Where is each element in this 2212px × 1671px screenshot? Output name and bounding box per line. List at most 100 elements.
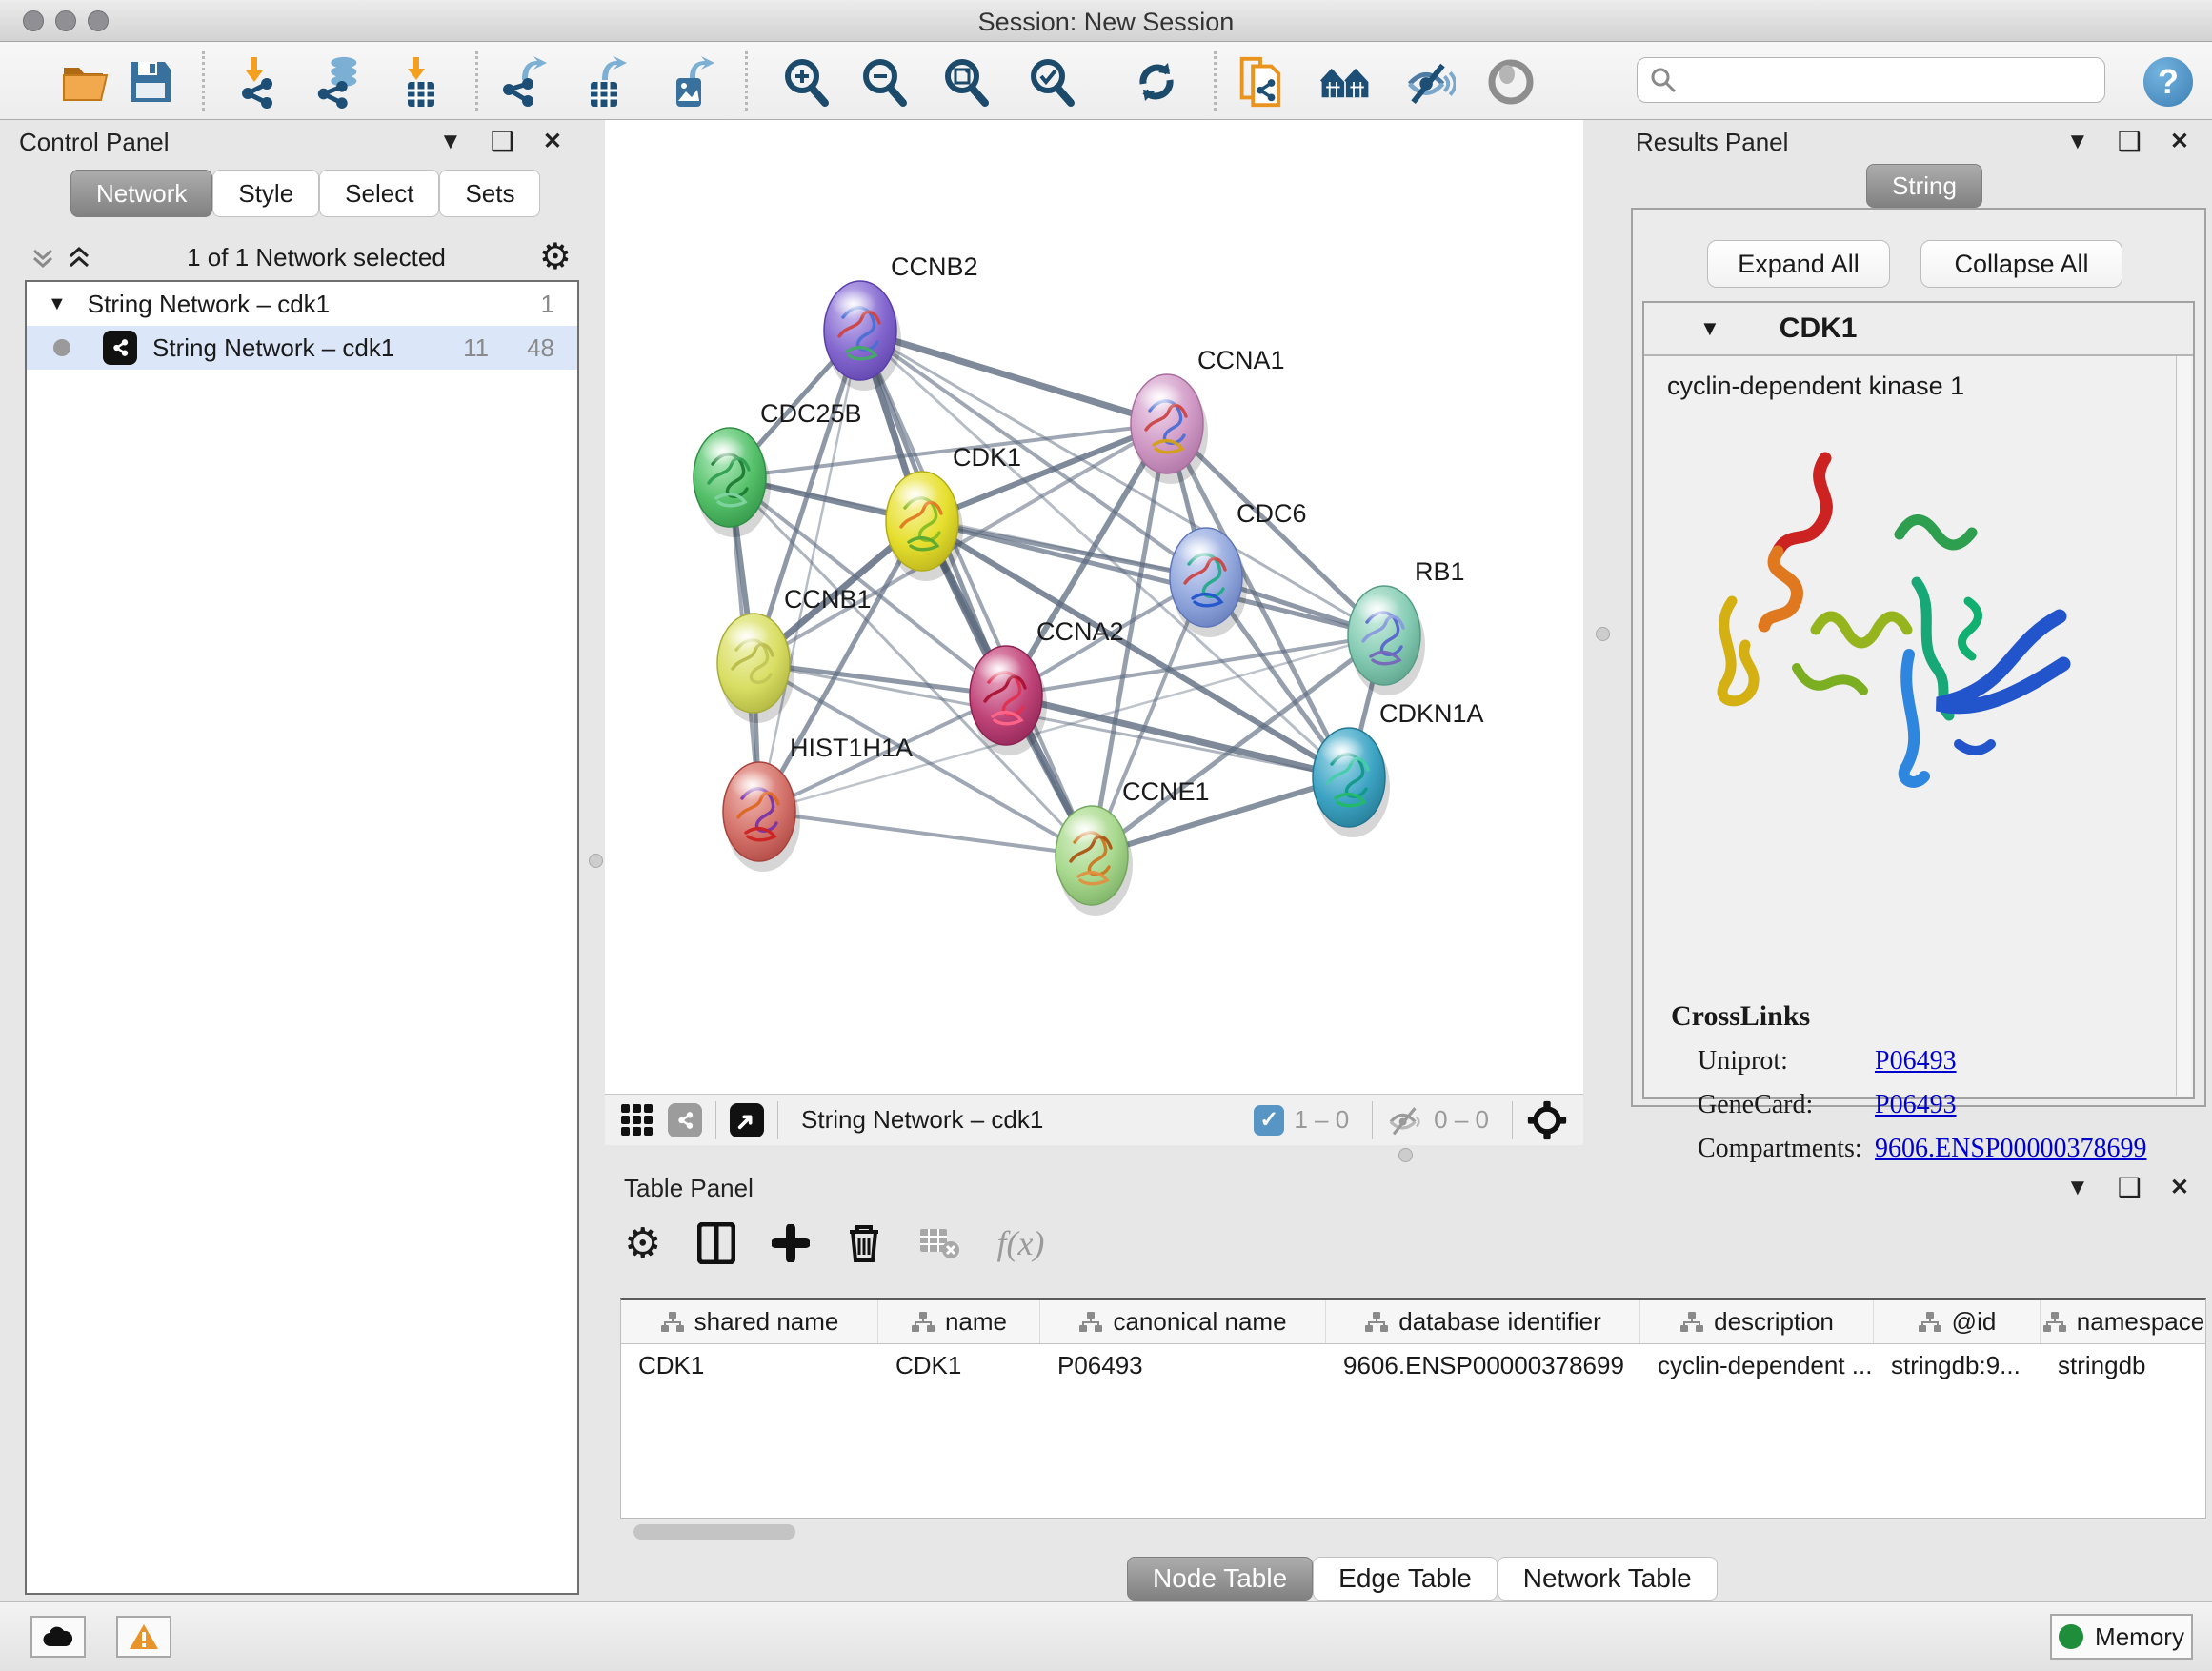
refresh-icon[interactable] — [1130, 55, 1183, 109]
table-cell[interactable]: cyclin-dependent ... — [1640, 1344, 1874, 1386]
table-cell[interactable]: 9606.ENSP00000378699 — [1326, 1344, 1640, 1386]
network-node-CCNB2[interactable]: CCNB2 — [824, 252, 978, 391]
column-header-canonical-name[interactable]: canonical name — [1040, 1300, 1326, 1343]
gene-collapse-icon[interactable]: ▼ — [1699, 316, 1720, 341]
collapse-all-icon[interactable] — [29, 243, 57, 272]
expand-all-icon[interactable] — [65, 243, 93, 272]
network-share-icon[interactable] — [668, 1103, 702, 1137]
network-selection-status: 1 of 1 Network selected — [93, 243, 539, 272]
network-node-CCNE1[interactable]: CCNE1 — [1056, 777, 1210, 916]
panel-float-icon[interactable]: ❑ — [2118, 1172, 2142, 1203]
right-splitter-handle[interactable] — [1596, 627, 1610, 641]
cloud-status-button[interactable] — [30, 1616, 86, 1658]
birdseye-view-icon[interactable] — [730, 1103, 764, 1137]
memory-button[interactable]: Memory — [2050, 1614, 2193, 1660]
results-scrollbar[interactable] — [2176, 356, 2191, 1096]
delete-column-icon[interactable] — [846, 1222, 882, 1264]
bottom-splitter-handle[interactable] — [1398, 1148, 1413, 1162]
network-node-CCNA2[interactable]: CCNA2 — [970, 617, 1124, 755]
table-cell[interactable]: stringdb:9... — [1874, 1344, 2041, 1386]
network-edge-CCNB2-CCNE1[interactable] — [860, 331, 1092, 856]
tab-style[interactable]: Style — [212, 170, 319, 217]
tab-string[interactable]: String — [1866, 164, 1982, 208]
network-node-RB1[interactable]: RB1 — [1348, 557, 1465, 695]
panel-float-icon[interactable]: ❑ — [2118, 126, 2142, 157]
network-row[interactable]: String Network – cdk1 11 48 — [27, 326, 577, 370]
network-canvas[interactable]: CCNB2CCNA1CDC25BCDK1CDC6RB1CCNB1CCNA2CDK… — [605, 120, 1583, 1094]
network-node-CDKN1A[interactable]: CDKN1A — [1313, 699, 1484, 837]
table-options-gear-icon[interactable]: ⚙ — [624, 1219, 661, 1268]
zoom-in-icon[interactable] — [779, 55, 833, 109]
tab-select[interactable]: Select — [319, 170, 439, 217]
crosslink-link[interactable]: P06493 — [1875, 1046, 1957, 1077]
tab-node-table[interactable]: Node Table — [1127, 1557, 1313, 1601]
zoom-selected-icon[interactable] — [1025, 55, 1078, 109]
network-node-count: 11 — [463, 333, 489, 363]
open-session-icon[interactable] — [59, 55, 112, 109]
network-options-gear-icon[interactable]: ⚙ — [539, 239, 572, 275]
tab-network[interactable]: Network — [70, 170, 212, 217]
export-image-icon[interactable] — [665, 55, 718, 109]
create-column-icon[interactable] — [772, 1224, 810, 1262]
column-header-database-identifier[interactable]: database identifier — [1326, 1300, 1640, 1343]
table-hscrollbar[interactable] — [626, 1524, 2198, 1543]
import-table-icon[interactable] — [394, 55, 448, 109]
column-header-description[interactable]: description — [1640, 1300, 1874, 1343]
search-input[interactable] — [1678, 67, 2087, 93]
network-edge-CCNB2-CCNA1[interactable] — [860, 331, 1167, 424]
homes-icon[interactable] — [1318, 55, 1372, 109]
tab-edge-table[interactable]: Edge Table — [1313, 1557, 1498, 1601]
export-network-icon[interactable] — [497, 55, 551, 109]
column-header-namespace[interactable]: namespace — [2041, 1300, 2206, 1343]
collection-expand-icon[interactable]: ▼ — [48, 293, 67, 315]
panel-menu-icon[interactable]: ▼ — [439, 129, 462, 155]
show-columns-icon[interactable] — [697, 1222, 735, 1264]
panel-menu-icon[interactable]: ▼ — [2066, 129, 2089, 155]
crosslink-link[interactable]: P06493 — [1875, 1090, 1957, 1120]
table-cell[interactable]: CDK1 — [621, 1344, 878, 1386]
tab-sets[interactable]: Sets — [439, 170, 540, 217]
column-header-label: description — [1714, 1307, 1834, 1337]
string-network-graph[interactable]: CCNB2CCNA1CDC25BCDK1CDC6RB1CCNB1CCNA2CDK… — [605, 120, 1583, 1094]
tab-network-table[interactable]: Network Table — [1498, 1557, 1718, 1601]
table-cell[interactable]: CDK1 — [878, 1344, 1040, 1386]
hide-eye-icon[interactable] — [1402, 55, 1456, 109]
zoom-fit-icon[interactable] — [939, 55, 993, 109]
table-row[interactable]: CDK1CDK1P064939606.ENSP00000378699cyclin… — [621, 1344, 2205, 1386]
column-header-name[interactable]: name — [878, 1300, 1040, 1343]
column-header-@id[interactable]: @id — [1874, 1300, 2041, 1343]
expand-all-button[interactable]: Expand All — [1707, 240, 1890, 288]
warning-status-button[interactable] — [116, 1616, 171, 1658]
panel-close-icon[interactable]: ✕ — [543, 128, 562, 155]
table-cell[interactable]: stringdb — [2041, 1344, 2206, 1386]
gene-header[interactable]: ▼ CDK1 — [1644, 303, 2193, 356]
table-hscroll-thumb[interactable] — [633, 1524, 795, 1540]
import-network-database-icon[interactable] — [312, 55, 366, 109]
help-icon[interactable]: ? — [2143, 57, 2193, 107]
panel-close-icon[interactable]: ✕ — [2170, 1174, 2189, 1201]
save-session-icon[interactable] — [124, 55, 177, 109]
search-box[interactable] — [1637, 57, 2105, 103]
left-splitter-handle[interactable] — [589, 854, 603, 868]
crosshair-icon[interactable] — [1526, 1099, 1568, 1141]
column-header-shared-name[interactable]: shared name — [621, 1300, 878, 1343]
panel-close-icon[interactable]: ✕ — [2170, 128, 2189, 155]
gene-symbol: CDK1 — [1780, 312, 1858, 345]
crosslink-link[interactable]: 9606.ENSP00000378699 — [1875, 1134, 2146, 1164]
window-title: Session: New Session — [0, 8, 2212, 37]
node-label-CCNE1: CCNE1 — [1122, 777, 1210, 806]
export-table-icon[interactable] — [579, 55, 633, 109]
collapse-all-button[interactable]: Collapse All — [1920, 240, 2122, 288]
grid-view-icon[interactable] — [620, 1103, 654, 1137]
import-network-file-icon[interactable] — [234, 55, 288, 109]
selected-checkbox-icon[interactable]: ✓ — [1254, 1105, 1284, 1136]
panel-menu-icon[interactable]: ▼ — [2066, 1175, 2089, 1201]
zoom-out-icon[interactable] — [857, 55, 911, 109]
table-cell[interactable]: P06493 — [1040, 1344, 1326, 1386]
gray-sphere-icon[interactable] — [1484, 55, 1538, 109]
network-node-HIST1H1A[interactable]: HIST1H1A — [723, 734, 913, 872]
panel-float-icon[interactable]: ❑ — [491, 126, 514, 157]
network-edge-HIST1H1A-CCNE1[interactable] — [759, 812, 1092, 856]
network-collection-row[interactable]: ▼ String Network – cdk1 1 — [27, 282, 577, 326]
clone-network-icon[interactable] — [1233, 55, 1286, 109]
